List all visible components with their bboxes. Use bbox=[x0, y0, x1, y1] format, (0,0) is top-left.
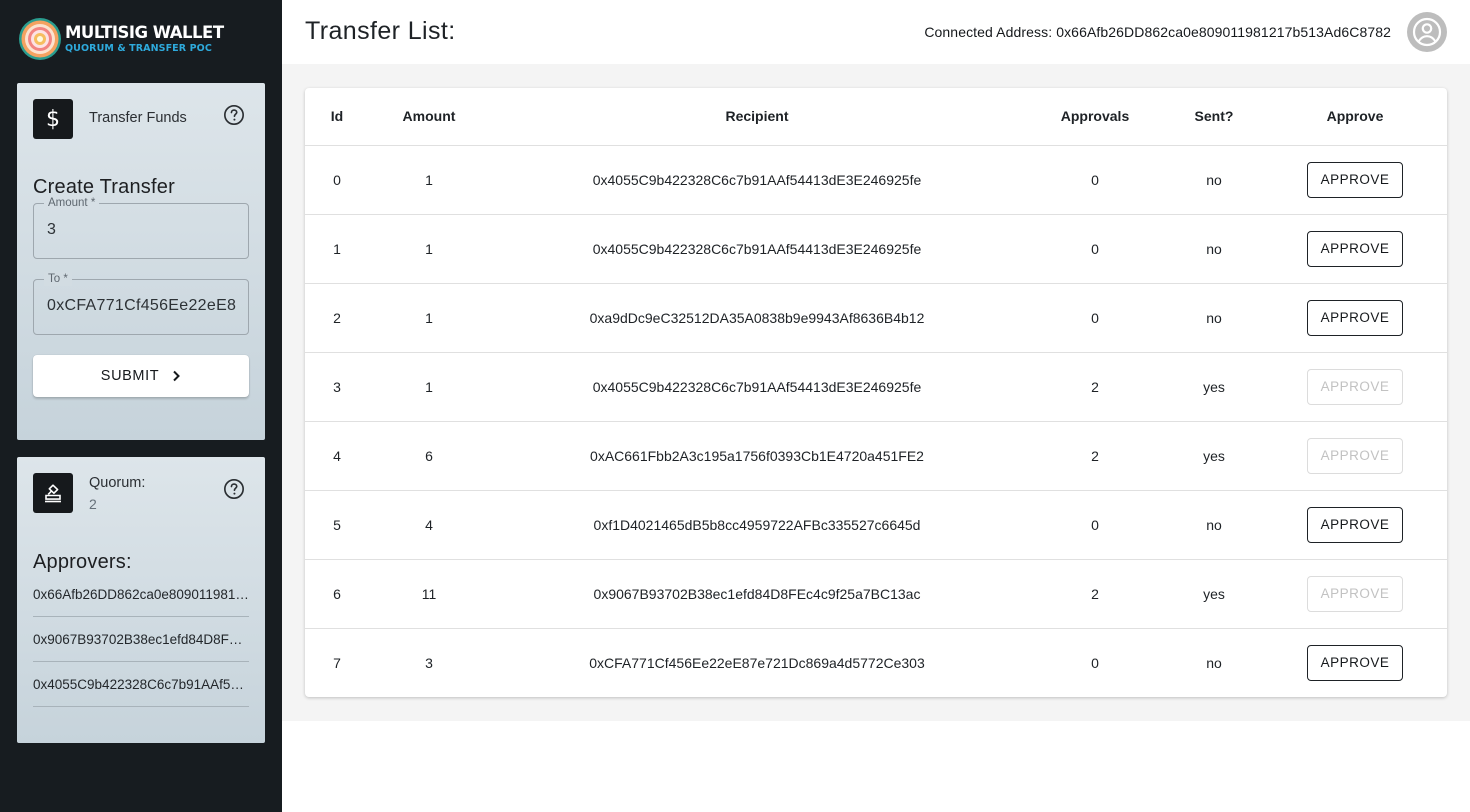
cell-approvals: 2 bbox=[1025, 421, 1165, 491]
quorum-card: Quorum: 2 Approvers: 0x66Afb26DD862ca0e8… bbox=[17, 457, 265, 743]
logo-subtitle: QUORUM & TRANSFER POC bbox=[65, 43, 212, 54]
cell-recipient: 0x4055C9b422328C6c7b91AAf54413dE3E246925… bbox=[489, 145, 1025, 215]
submit-button[interactable]: SUBMIT bbox=[33, 355, 249, 397]
table-row: 2 1 0xa9dDc9eC32512DA35A0838b9e9943Af863… bbox=[305, 283, 1447, 353]
approve-button[interactable]: APPROVE bbox=[1307, 161, 1403, 198]
table-row: 7 3 0xCFA771Cf456Ee22eE87e721Dc869a4d577… bbox=[305, 628, 1447, 697]
cell-sent: no bbox=[1206, 654, 1222, 671]
cell-sent: yes bbox=[1165, 559, 1263, 629]
cell-amount: 11 bbox=[369, 559, 489, 629]
sidebar: MULTISIG WALLET QUORUM & TRANSFER POC $ … bbox=[0, 0, 282, 812]
cell-id: 4 bbox=[305, 421, 369, 491]
transfer-table: Id Amount Recipient Approvals Sent? Appr… bbox=[305, 88, 1447, 697]
transfer-funds-card: $ Transfer Funds Create Transfer Amount … bbox=[17, 83, 265, 440]
approve-button[interactable]: APPROVE bbox=[1307, 644, 1403, 681]
cell-id: 1 bbox=[305, 214, 369, 284]
transfer-funds-label: Transfer Funds bbox=[89, 110, 187, 126]
cell-amount: 1 bbox=[369, 283, 489, 353]
main-content: Id Amount Recipient Approvals Sent? Appr… bbox=[282, 64, 1470, 721]
approve-button[interactable]: APPROVE bbox=[1307, 299, 1403, 336]
cell-approvals: 0 bbox=[1091, 654, 1099, 671]
cell-recipient: 0x4055C9b422328C6c7b91AAf54413dE3E246925… bbox=[489, 352, 1025, 422]
submit-label: SUBMIT bbox=[100, 368, 160, 384]
approver-item: 0x66Afb26DD862ca0e809011981217b513Ad6C87… bbox=[33, 573, 249, 617]
to-input[interactable]: 0xCFA771Cf456Ee22eE87e721Dc869a4d5772Ce3… bbox=[47, 297, 237, 315]
approvers-heading: Approvers: bbox=[33, 551, 132, 573]
approver-item: 0x9067B93702B38ec1efd84D8FEc4c9f25a7BC13… bbox=[33, 618, 249, 662]
cell-sent: yes bbox=[1165, 352, 1263, 422]
cell-approvals: 0 bbox=[1025, 490, 1165, 560]
column-header-approvals: Approvals bbox=[1025, 88, 1165, 146]
cell-sent: no bbox=[1165, 283, 1263, 353]
quorum-value: 2 bbox=[89, 496, 97, 512]
stamp-icon bbox=[33, 473, 73, 513]
logo-title: MULTISIG WALLET bbox=[65, 22, 224, 42]
approve-button-disabled: APPROVE bbox=[1307, 368, 1403, 405]
cell-sent: no bbox=[1165, 214, 1263, 284]
column-header-id: Id bbox=[305, 88, 369, 146]
table-row: 3 1 0x4055C9b422328C6c7b91AAf54413dE3E24… bbox=[305, 352, 1447, 422]
cell-recipient: 0xAC661Fbb2A3c195a1756f0393Cb1E4720a451F… bbox=[489, 421, 1025, 491]
cell-id: 6 bbox=[305, 559, 369, 629]
cell-approvals: 0 bbox=[1025, 283, 1165, 353]
cell-id: 3 bbox=[305, 352, 369, 422]
cell-sent: yes bbox=[1165, 421, 1263, 491]
approve-button-disabled: APPROVE bbox=[1307, 575, 1403, 612]
cell-recipient: 0xa9dDc9eC32512DA35A0838b9e9943Af8636B4b… bbox=[489, 283, 1025, 353]
cell-id: 7 bbox=[333, 654, 341, 671]
column-header-recipient: Recipient bbox=[489, 88, 1025, 146]
transfer-table-card: Id Amount Recipient Approvals Sent? Appr… bbox=[305, 88, 1447, 697]
chevron-right-icon bbox=[173, 370, 181, 382]
cell-amount: 4 bbox=[369, 490, 489, 560]
amount-label: Amount * bbox=[44, 196, 100, 210]
table-row: 1 1 0x4055C9b422328C6c7b91AAf54413dE3E24… bbox=[305, 214, 1447, 284]
app-logo: MULTISIG WALLET QUORUM & TRANSFER POC bbox=[18, 16, 248, 62]
column-header-approve: Approve bbox=[1263, 88, 1447, 146]
table-row: 4 6 0xAC661Fbb2A3c195a1756f0393Cb1E4720a… bbox=[305, 421, 1447, 491]
to-field[interactable]: To * 0xCFA771Cf456Ee22eE87e721Dc869a4d57… bbox=[33, 272, 249, 335]
cell-amount: 1 bbox=[369, 352, 489, 422]
table-row: 6 11 0x9067B93702B38ec1efd84D8FEc4c9f25a… bbox=[305, 559, 1447, 629]
cell-amount: 6 bbox=[369, 421, 489, 491]
connected-address: Connected Address: 0x66Afb26DD862ca0e809… bbox=[924, 24, 1391, 40]
to-label: To * bbox=[44, 272, 72, 286]
quorum-label: Quorum: bbox=[89, 475, 146, 491]
approve-button-disabled: APPROVE bbox=[1307, 437, 1403, 474]
top-header: Transfer List: Connected Address: 0x66Af… bbox=[282, 0, 1470, 64]
cell-recipient: 0xf1D4021465dB5b8cc4959722AFBc335527c664… bbox=[489, 490, 1025, 560]
account-circle-icon[interactable] bbox=[1407, 12, 1447, 52]
table-header-row: Id Amount Recipient Approvals Sent? Appr… bbox=[305, 88, 1447, 146]
cell-amount: 3 bbox=[425, 654, 433, 671]
page-title: Transfer List: bbox=[305, 17, 456, 45]
help-circle-icon[interactable] bbox=[223, 478, 245, 500]
cell-id: 2 bbox=[305, 283, 369, 353]
amount-input[interactable]: 3 bbox=[47, 221, 237, 239]
amount-field[interactable]: Amount * 3 bbox=[33, 196, 249, 259]
cell-approvals: 2 bbox=[1025, 559, 1165, 629]
cell-approvals: 2 bbox=[1025, 352, 1165, 422]
approve-button[interactable]: APPROVE bbox=[1307, 506, 1403, 543]
cell-id: 0 bbox=[305, 145, 369, 215]
column-header-amount: Amount bbox=[369, 88, 489, 146]
cell-sent: no bbox=[1165, 490, 1263, 560]
dollar-icon: $ bbox=[33, 99, 73, 139]
column-header-sent: Sent? bbox=[1165, 88, 1263, 146]
table-row: 5 4 0xf1D4021465dB5b8cc4959722AFBc335527… bbox=[305, 490, 1447, 560]
target-rings-icon bbox=[19, 18, 61, 60]
cell-approvals: 0 bbox=[1025, 145, 1165, 215]
table-row: 0 1 0x4055C9b422328C6c7b91AAf54413dE3E24… bbox=[305, 145, 1447, 215]
approver-item: 0x4055C9b422328C6c7b91AAf54413dE3E246925… bbox=[33, 663, 249, 707]
cell-id: 5 bbox=[305, 490, 369, 560]
cell-recipient: 0x4055C9b422328C6c7b91AAf54413dE3E246925… bbox=[489, 214, 1025, 284]
cell-amount: 1 bbox=[369, 145, 489, 215]
cell-sent: no bbox=[1165, 145, 1263, 215]
cell-recipient: 0xCFA771Cf456Ee22eE87e721Dc869a4d5772Ce3… bbox=[589, 654, 925, 671]
help-circle-icon[interactable] bbox=[223, 104, 245, 126]
cell-recipient: 0x9067B93702B38ec1efd84D8FEc4c9f25a7BC13… bbox=[489, 559, 1025, 629]
cell-approvals: 0 bbox=[1025, 214, 1165, 284]
cell-amount: 1 bbox=[369, 214, 489, 284]
approve-button[interactable]: APPROVE bbox=[1307, 230, 1403, 267]
